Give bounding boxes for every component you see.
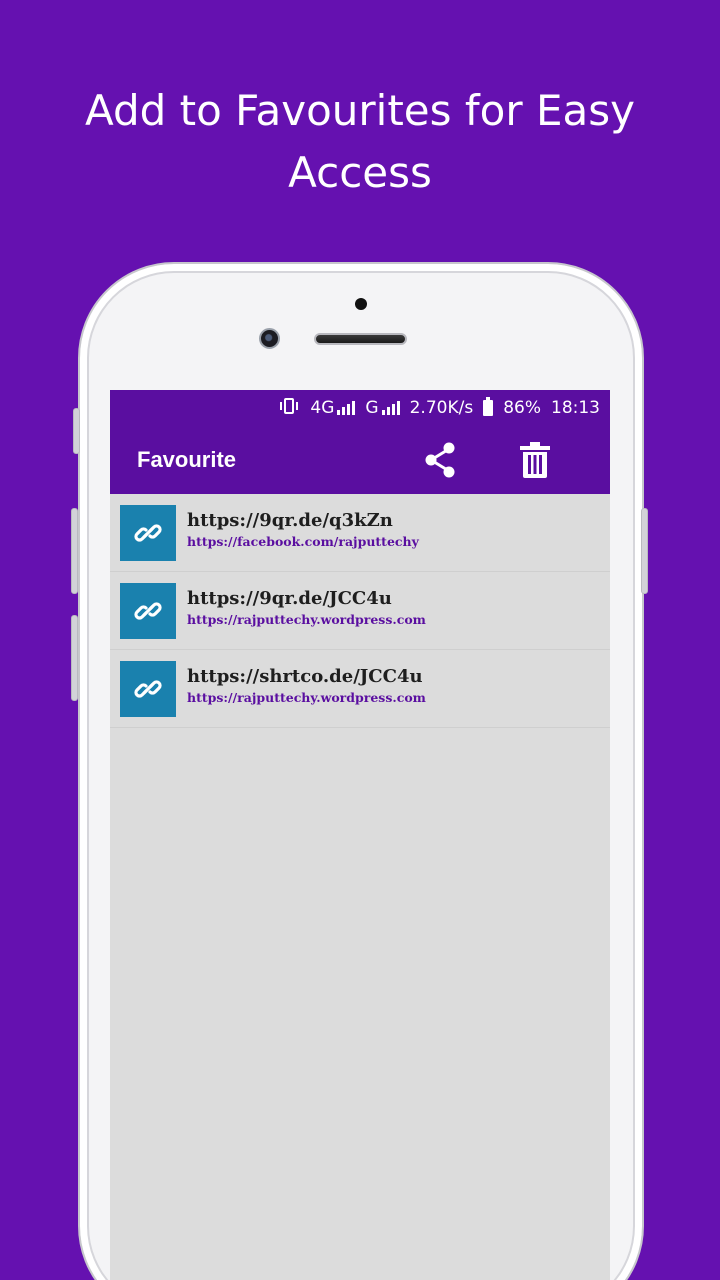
status-bar: 4G G 2.70K/s 86% 18:13: [110, 390, 610, 426]
share-icon: [425, 442, 455, 478]
short-url: https://9qr.de/JCC4u: [187, 587, 392, 609]
battery-percent: 86%: [503, 398, 541, 418]
network-g: G: [365, 398, 400, 418]
network-4g: 4G: [310, 398, 356, 418]
clock: 18:13: [551, 398, 600, 418]
list-item[interactable]: https://9qr.de/JCC4u https://rajputtechy…: [110, 572, 610, 650]
phone-side-button: [73, 408, 80, 454]
signal-icon: [337, 401, 356, 415]
link-thumb: [120, 582, 176, 639]
long-url: https://rajputtechy.wordpress.com: [187, 611, 426, 627]
short-url: https://shrtco.de/JCC4u: [187, 665, 423, 687]
favourites-list: https://9qr.de/q3kZn https://facebook.co…: [110, 494, 610, 728]
phone-sensor: [355, 298, 367, 310]
share-button[interactable]: [420, 440, 460, 480]
app-screen: 4G G 2.70K/s 86% 18:13 Favourite https:/…: [110, 390, 610, 1280]
list-item[interactable]: https://9qr.de/q3kZn https://facebook.co…: [110, 494, 610, 572]
app-toolbar: Favourite: [110, 426, 610, 494]
promo-headline: Add to Favourites for Easy Access: [85, 86, 635, 197]
link-thumb: [120, 504, 176, 561]
network-4g-label: 4G: [310, 398, 335, 418]
long-url: https://facebook.com/rajputtechy: [187, 533, 419, 549]
phone-camera: [259, 328, 280, 349]
link-icon: [134, 679, 162, 698]
phone-volume-up-button: [71, 508, 78, 594]
list-item[interactable]: https://shrtco.de/JCC4u https://rajputte…: [110, 650, 610, 728]
battery-icon: [483, 397, 494, 416]
short-url: https://9qr.de/q3kZn: [187, 509, 393, 531]
long-url: https://rajputtechy.wordpress.com: [187, 689, 426, 705]
trash-icon: [520, 442, 550, 478]
signal-icon: [381, 401, 400, 415]
phone-power-button: [641, 508, 648, 594]
phone-speaker: [314, 333, 407, 345]
link-icon: [134, 523, 162, 542]
phone-volume-down-button: [71, 615, 78, 701]
network-g-label: G: [365, 398, 379, 418]
delete-button[interactable]: [515, 440, 555, 480]
toolbar-title: Favourite: [137, 447, 237, 472]
link-icon: [134, 601, 162, 620]
link-thumb: [120, 660, 176, 717]
network-speed: 2.70K/s: [409, 398, 474, 418]
vibrate-icon: [278, 397, 300, 419]
